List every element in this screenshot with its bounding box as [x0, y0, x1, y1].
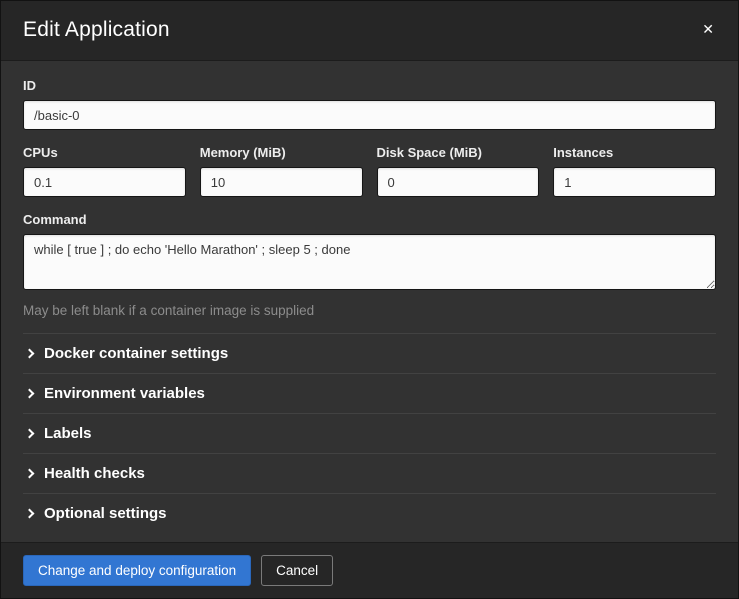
instances-label: Instances	[553, 145, 716, 160]
id-field-group: ID	[23, 78, 716, 130]
instances-field-group: Instances	[553, 145, 716, 197]
section-optional-settings[interactable]: Optional settings	[23, 493, 716, 533]
id-label: ID	[23, 78, 716, 93]
memory-label: Memory (MiB)	[200, 145, 363, 160]
edit-application-modal: Edit Application ✕ ID CPUs Memory (MiB) …	[0, 0, 739, 599]
instances-input[interactable]	[553, 167, 716, 197]
chevron-right-icon	[25, 349, 35, 359]
section-label: Labels	[44, 425, 92, 442]
disk-label: Disk Space (MiB)	[377, 145, 540, 160]
resources-row: CPUs Memory (MiB) Disk Space (MiB) Insta…	[23, 145, 716, 197]
cpus-input[interactable]	[23, 167, 186, 197]
close-icon[interactable]: ✕	[700, 18, 716, 40]
disk-input[interactable]	[377, 167, 540, 197]
chevron-right-icon	[25, 429, 35, 439]
section-health-checks[interactable]: Health checks	[23, 453, 716, 493]
modal-title: Edit Application	[23, 18, 170, 42]
section-label: Health checks	[44, 465, 145, 482]
chevron-right-icon	[25, 509, 35, 519]
command-label: Command	[23, 212, 716, 227]
section-labels[interactable]: Labels	[23, 413, 716, 453]
disk-field-group: Disk Space (MiB)	[377, 145, 540, 197]
section-label: Environment variables	[44, 385, 205, 402]
cpus-label: CPUs	[23, 145, 186, 160]
id-input[interactable]	[23, 100, 716, 130]
command-field-group: Command while [ true ] ; do echo 'Hello …	[23, 212, 716, 295]
section-environment-variables[interactable]: Environment variables	[23, 373, 716, 413]
modal-footer: Change and deploy configuration Cancel	[1, 542, 738, 599]
chevron-right-icon	[25, 389, 35, 399]
cancel-button[interactable]: Cancel	[261, 555, 333, 587]
command-help-text: May be left blank if a container image i…	[23, 303, 716, 318]
section-label: Docker container settings	[44, 345, 228, 362]
modal-body: ID CPUs Memory (MiB) Disk Space (MiB) In…	[1, 61, 738, 542]
command-textarea[interactable]: while [ true ] ; do echo 'Hello Marathon…	[23, 234, 716, 290]
cpus-field-group: CPUs	[23, 145, 186, 197]
section-label: Optional settings	[44, 505, 167, 522]
memory-input[interactable]	[200, 167, 363, 197]
chevron-right-icon	[25, 469, 35, 479]
section-docker-container-settings[interactable]: Docker container settings	[23, 333, 716, 373]
modal-header: Edit Application ✕	[1, 1, 738, 61]
memory-field-group: Memory (MiB)	[200, 145, 363, 197]
change-and-deploy-button[interactable]: Change and deploy configuration	[23, 555, 251, 587]
accordion: Docker container settings Environment va…	[23, 333, 716, 533]
